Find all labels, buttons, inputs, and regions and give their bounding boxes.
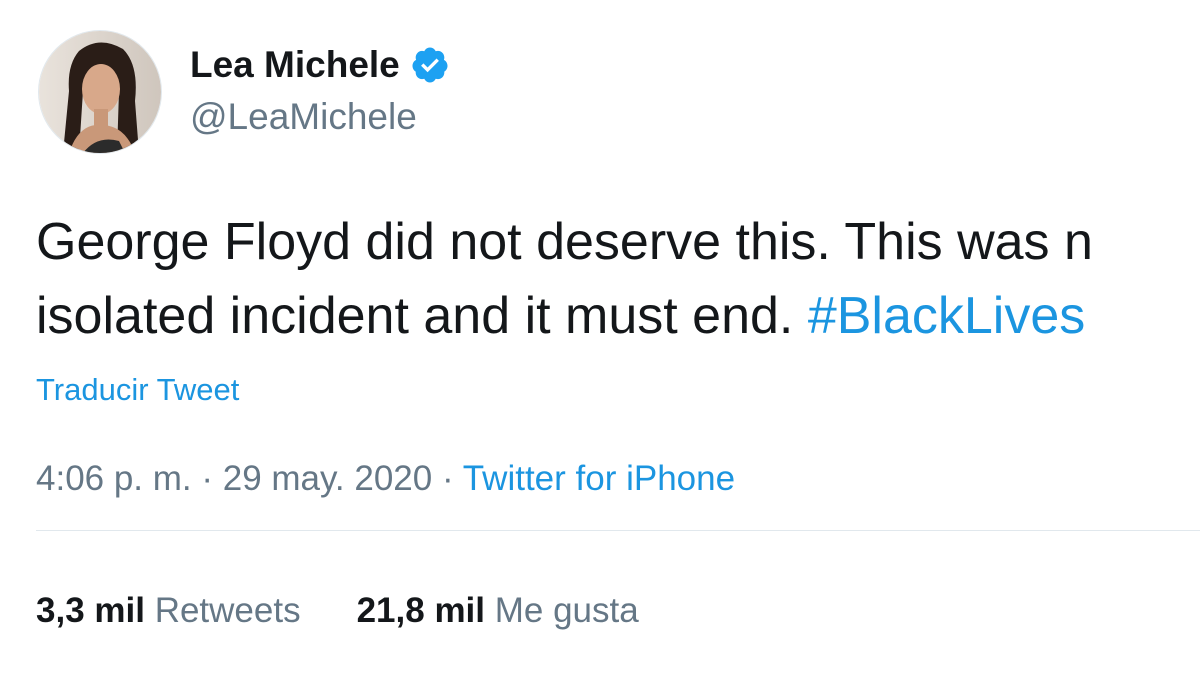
author-name[interactable]: Lea Michele [190,40,400,90]
tweet-meta: 4:06 p. m. · 29 may. 2020 · Twitter for … [36,456,735,502]
author-handle[interactable]: @LeaMichele [190,92,417,142]
avatar[interactable] [38,30,162,154]
divider [36,530,1200,531]
tweet-stats: 3,3 mil Retweets 21,8 mil Me gusta [36,588,639,634]
tweet-date[interactable]: 29 may. 2020 [223,459,433,498]
retweets-count: 3,3 mil [36,591,145,630]
tweet-line-2: isolated incident and it must end. #Blac… [36,279,1093,353]
meta-separator: · [191,459,223,498]
translate-tweet-link[interactable]: Traducir Tweet [36,370,239,410]
likes-count: 21,8 mil [356,591,486,630]
tweet-source-link[interactable]: Twitter for iPhone [463,459,735,498]
tweet-time[interactable]: 4:06 p. m. [36,459,192,498]
retweets-label: Retweets [154,591,301,630]
likes-label: Me gusta [494,591,639,630]
hashtag-link[interactable]: #BlackLives [808,287,1085,345]
tweet-line-1: George Floyd did not deserve this. This … [36,213,1093,271]
meta-separator: · [432,459,463,498]
likes-stat[interactable]: 21,8 mil Me gusta [357,588,639,634]
tweet-line-2-text: isolated incident and it must end. [36,287,808,345]
tweet-text: George Floyd did not deserve this. This … [36,205,1093,353]
retweets-stat[interactable]: 3,3 mil Retweets [36,588,301,634]
verified-badge-icon [410,45,450,85]
profile-photo [39,31,161,153]
author-name-row[interactable]: Lea Michele [190,40,450,90]
